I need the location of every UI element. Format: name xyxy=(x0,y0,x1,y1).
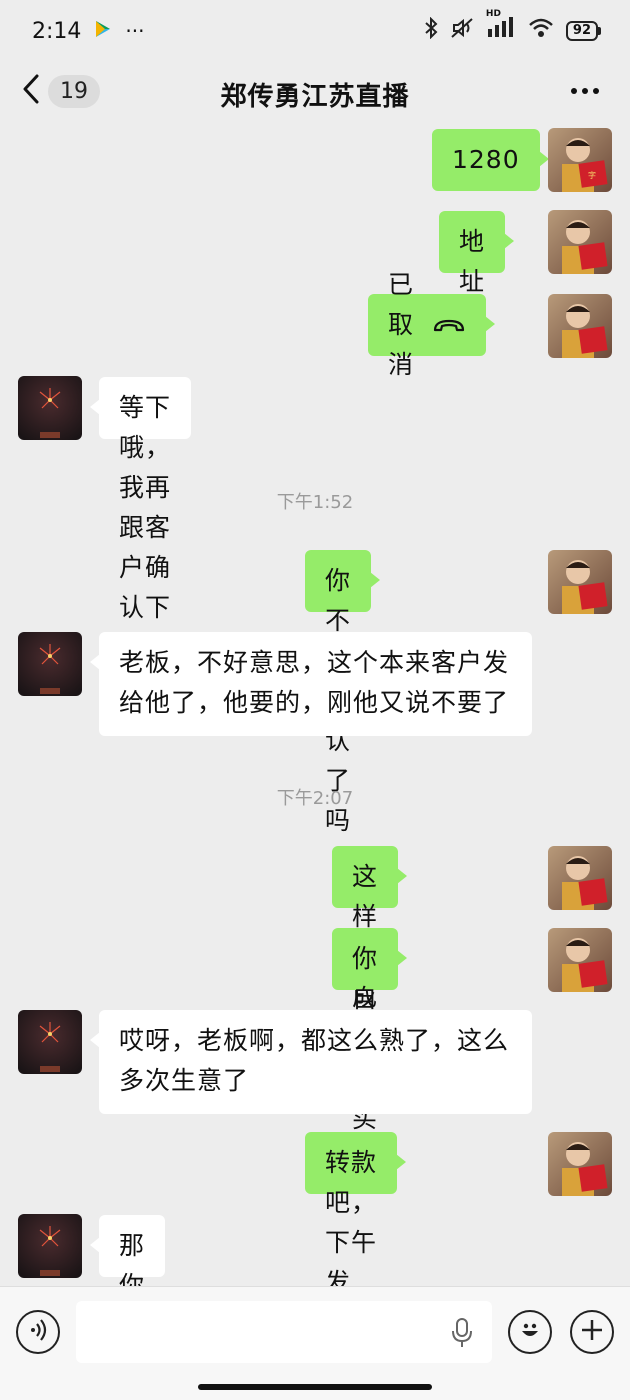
message-bubble[interactable]: 1280 xyxy=(432,129,549,191)
timestamp: 下午2:07 xyxy=(276,788,354,809)
message-bubble[interactable]: 你不是确认了吗 xyxy=(305,550,381,835)
svg-text:字: 字 xyxy=(588,170,596,180)
message-bubble[interactable]: 那你仲裁吧 xyxy=(89,1215,166,1400)
fireworks-avatar-image xyxy=(18,1214,82,1278)
my-avatar[interactable] xyxy=(548,210,612,274)
bluetooth-icon xyxy=(424,16,438,45)
message-line: 老板，不好意思，这个本来客户发 xyxy=(119,648,510,677)
chat-header: 19 郑传勇江苏直播 xyxy=(0,62,630,122)
message-bubble[interactable]: 老板，不好意思，这个本来客户发 给他了，他要的，刚他又说不要了 xyxy=(90,632,532,736)
message-line: 给他了，他要的，刚他又说不要了 xyxy=(119,688,510,717)
kid-avatar-image xyxy=(548,1132,612,1196)
contact-avatar[interactable] xyxy=(18,376,82,440)
message-bubble[interactable]: 哎呀，老板啊，都这么熟了，这么 多次生意了 xyxy=(90,1010,532,1114)
mute-vibrate-icon xyxy=(450,17,474,45)
message-list[interactable]: 1280 字 地址 已取消 等下哦，我再跟客户确认下 下午1:52 你不 认了吗… xyxy=(0,122,630,1400)
message-bubble[interactable]: 等下哦，我再跟客户确认下 xyxy=(90,377,191,622)
play-store-icon xyxy=(95,19,111,44)
hangup-icon xyxy=(432,305,466,345)
message-input[interactable] xyxy=(76,1301,492,1363)
message-bubble[interactable]: 地址 xyxy=(439,211,515,296)
chat-title: 郑传勇江苏直播 xyxy=(220,82,410,112)
kid-avatar-image: 字 xyxy=(548,128,612,192)
more-notifications-icon: ··· xyxy=(125,19,145,43)
message-bubble[interactable]: 你自己得买了 xyxy=(332,928,408,1173)
kid-avatar-image xyxy=(548,550,612,614)
message-line: 哎呀，老板啊，都这么熟了，这么 xyxy=(119,1026,510,1055)
input-bar xyxy=(0,1286,630,1400)
kid-avatar-image xyxy=(548,846,612,910)
my-avatar[interactable] xyxy=(548,1132,612,1196)
message-bubble[interactable]: 这样能成立吗 xyxy=(332,846,408,1091)
contact-avatar[interactable] xyxy=(18,1010,82,1074)
kid-avatar-image xyxy=(548,928,612,992)
kid-avatar-image xyxy=(548,210,612,274)
call-cancelled-bubble[interactable]: 已取消 xyxy=(368,270,496,379)
my-avatar[interactable] xyxy=(548,928,612,992)
microphone-icon[interactable] xyxy=(450,1317,474,1353)
kid-avatar-image xyxy=(548,294,612,358)
emoji-button[interactable] xyxy=(508,1310,552,1354)
battery-indicator: 92 xyxy=(565,21,602,41)
fireworks-avatar-image xyxy=(18,376,82,440)
my-avatar[interactable] xyxy=(548,550,612,614)
more-icon xyxy=(570,80,600,99)
smiley-icon xyxy=(517,1317,543,1347)
call-status-text: 已取消 xyxy=(388,270,415,379)
voice-input-button[interactable] xyxy=(16,1310,60,1354)
fireworks-avatar-image xyxy=(18,632,82,696)
my-avatar[interactable] xyxy=(548,294,612,358)
message-line: 多次生意了 xyxy=(119,1066,250,1095)
home-indicator[interactable] xyxy=(198,1384,432,1390)
my-avatar[interactable]: 字 xyxy=(548,128,612,192)
contact-avatar[interactable] xyxy=(18,632,82,696)
contact-avatar[interactable] xyxy=(18,1214,82,1278)
wifi-icon xyxy=(528,17,554,45)
my-avatar[interactable] xyxy=(548,846,612,910)
status-time: 2:14 xyxy=(32,18,82,44)
message-bubble[interactable]: 转款吧，下午发 xyxy=(305,1132,406,1297)
status-bar: 2:14 ··· HD 92 xyxy=(0,0,630,62)
more-actions-button[interactable] xyxy=(570,1310,614,1354)
more-options-button[interactable] xyxy=(570,80,600,99)
timestamp: 下午1:52 xyxy=(276,492,354,513)
signal-icon: HD xyxy=(486,9,516,45)
fireworks-avatar-image xyxy=(18,1010,82,1074)
plus-icon xyxy=(580,1318,604,1346)
voice-wave-icon xyxy=(27,1319,49,1345)
